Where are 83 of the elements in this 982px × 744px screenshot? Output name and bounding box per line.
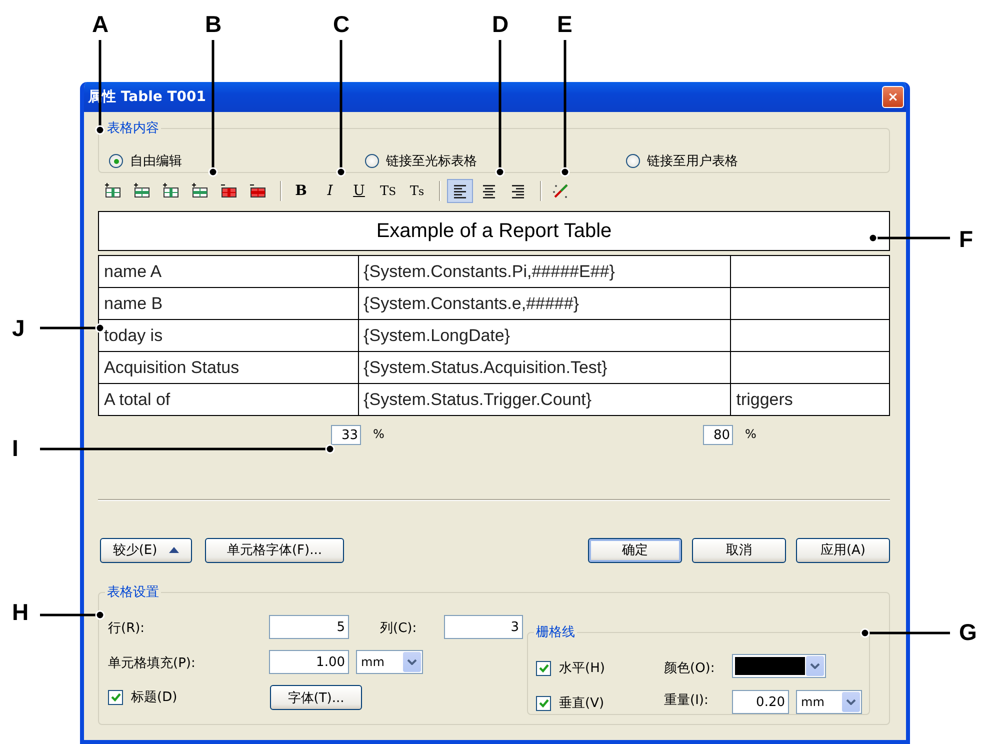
align-left-icon	[452, 183, 468, 199]
checkbox[interactable]	[108, 690, 123, 704]
table-plus-icon	[133, 183, 151, 199]
checkbox-label: 垂直(V)	[559, 695, 604, 712]
align-center-icon	[481, 183, 497, 199]
callout-letter: C	[333, 13, 350, 36]
field-label: 重量(I):	[664, 692, 708, 709]
checkmark-icon	[110, 692, 120, 702]
field-label: 行(R):	[108, 620, 145, 637]
callout-letter: G	[959, 621, 977, 644]
chevron-down-icon	[846, 699, 856, 705]
table-cell[interactable]: triggers	[730, 384, 890, 416]
underline-button[interactable]: U	[346, 179, 372, 203]
cancel-button[interactable]: 取消	[692, 538, 786, 562]
percent-label: %	[373, 427, 384, 441]
checkbox[interactable]	[536, 696, 551, 710]
callout-letter: D	[492, 13, 509, 36]
close-icon	[889, 91, 897, 103]
group-title: 表格内容	[106, 120, 160, 137]
padding-field[interactable]: 1.00	[269, 650, 349, 674]
callout-letter: A	[92, 13, 109, 36]
checkbox-label: 水平(H)	[559, 660, 605, 677]
group-title: 栅格线	[535, 624, 576, 641]
unit-dropdown[interactable]: mm	[356, 650, 423, 674]
radio-button[interactable]	[626, 154, 640, 168]
percent-label: %	[745, 427, 756, 441]
radio-label: 自由编辑	[130, 153, 182, 170]
table-cell[interactable]: name B	[98, 288, 358, 320]
table-cell[interactable]: {System.Constants.e,#####}	[358, 288, 731, 320]
table-minus-icon	[220, 183, 238, 199]
chevron-down-icon	[407, 659, 417, 665]
checkbox[interactable]	[536, 660, 551, 676]
checkmark-icon	[538, 698, 548, 708]
chevron-down-icon	[810, 663, 820, 669]
triangle-up-icon	[169, 547, 180, 553]
less-button[interactable]: 较少(E)	[100, 538, 192, 562]
table-cell[interactable]: {System.LongDate}	[358, 320, 731, 352]
columns-field[interactable]: 3	[444, 615, 523, 639]
field-label: 颜色(O):	[664, 660, 715, 677]
callout-letter: F	[959, 228, 974, 251]
checkmark-icon	[538, 664, 548, 672]
unit-value: mm	[801, 695, 824, 709]
table-plus-icon	[191, 183, 209, 199]
table-minus-icon	[249, 183, 267, 199]
table-plus-icon	[162, 183, 180, 199]
table-cell[interactable]: {System.Status.Acquisition.Test}	[358, 352, 731, 384]
bold-button[interactable]: B	[288, 179, 314, 203]
radio-label: 链接至光标表格	[386, 153, 477, 170]
unit-value: mm	[361, 655, 384, 669]
table-cell[interactable]: name A	[98, 256, 358, 288]
callout-letter: H	[12, 601, 29, 624]
radio-button[interactable]	[109, 154, 123, 168]
unit-dropdown[interactable]: mm	[796, 690, 862, 714]
cell-font-button[interactable]: 单元格字体(F)...	[205, 538, 344, 562]
close-button[interactable]	[882, 86, 904, 108]
field-label: 列(C):	[380, 620, 417, 637]
callout-letter: B	[205, 13, 222, 36]
field-label: 单元格填充(P):	[108, 655, 196, 672]
radio-button[interactable]	[365, 154, 379, 168]
group-title: 表格设置	[106, 584, 160, 601]
apply-button[interactable]: 应用(A)	[796, 538, 890, 562]
callout-letter: I	[12, 437, 18, 460]
callout-letter: J	[12, 317, 25, 340]
report-title: Example of a Report Table	[98, 211, 890, 251]
table-plus-icon	[104, 183, 122, 199]
table-cell[interactable]: Acquisition Status	[98, 352, 358, 384]
table-cell[interactable]: {System.Constants.Pi,#####E##}	[358, 256, 731, 288]
color-dropdown[interactable]	[732, 654, 826, 678]
ok-button[interactable]: 确定	[588, 538, 682, 562]
align-left-button[interactable]	[447, 179, 473, 203]
checkbox-label: 标题(D)	[131, 689, 178, 706]
radio-label: 链接至用户表格	[647, 153, 738, 170]
width-field[interactable]: 80	[703, 425, 733, 445]
align-right-icon	[510, 183, 526, 199]
width-field[interactable]: 33	[331, 425, 361, 445]
table-cell[interactable]: A total of	[98, 384, 358, 416]
font-button[interactable]: 字体(T)...	[270, 685, 362, 710]
rows-field[interactable]: 5	[269, 615, 349, 639]
weight-field[interactable]: 0.20	[732, 690, 789, 714]
wand-icon	[552, 182, 570, 200]
table-cell[interactable]: {System.Status.Trigger.Count}	[358, 384, 731, 416]
italic-button[interactable]: I	[317, 179, 343, 203]
callout-letter: E	[557, 13, 572, 36]
